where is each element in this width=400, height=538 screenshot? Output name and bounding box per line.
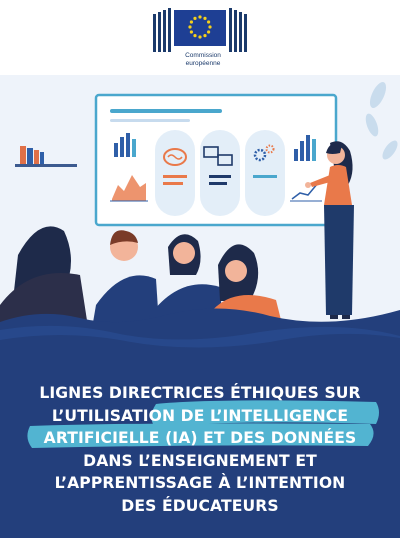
header-bar: Commission européenne	[0, 0, 400, 75]
title-line-1: LIGNES DIRECTRICES ÉTHIQUES SUR	[39, 384, 361, 402]
title-line-6: DES ÉDUCATEURS	[121, 496, 279, 515]
projection-screen	[94, 93, 338, 227]
leaf-decoration-right	[365, 82, 398, 160]
classroom-illustration	[0, 82, 398, 340]
logo-line-2: européenne	[185, 59, 221, 67]
document-title: LIGNES DIRECTRICES ÉTHIQUES SUR L’UTILIS…	[20, 382, 380, 518]
logo-line-1: Commission	[185, 52, 221, 59]
title-line-4: DANS L’ENSEIGNEMENT ET	[83, 451, 317, 470]
logo-caption: Commission européenne	[168, 52, 238, 67]
title-line-3: ARTIFICIELLE (IA) ET DES DONNÉES	[43, 429, 357, 448]
title-line-2: L’UTILISATION DE L’INTELLIGENCE	[51, 406, 349, 425]
audience	[0, 226, 286, 340]
bookshelf	[15, 146, 77, 167]
title-line-5: L’APPRENTISSAGE À L’INTENTION	[54, 474, 346, 493]
